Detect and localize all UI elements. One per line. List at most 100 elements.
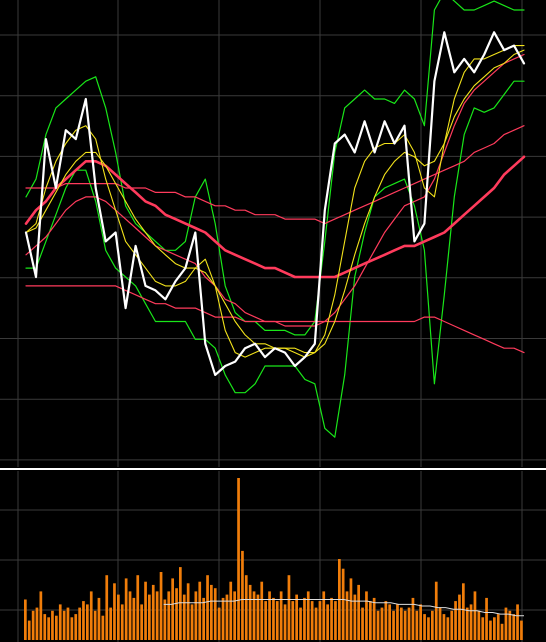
volume-bar bbox=[504, 607, 508, 640]
volume-bar bbox=[438, 607, 442, 640]
volume-bar bbox=[396, 604, 399, 640]
volume-bar bbox=[442, 614, 446, 640]
volume-bar bbox=[423, 614, 426, 640]
volume-bar bbox=[163, 599, 167, 640]
volume-bar bbox=[35, 607, 39, 640]
volume-bar bbox=[51, 610, 54, 640]
volume-bar bbox=[82, 601, 85, 640]
volume-bar bbox=[202, 597, 205, 640]
volume-bar bbox=[485, 597, 488, 640]
volume-bar bbox=[419, 604, 422, 640]
volume-bar bbox=[233, 591, 236, 640]
volume-bar bbox=[465, 607, 469, 640]
volume-bar bbox=[322, 591, 326, 640]
volume-bar bbox=[493, 617, 496, 640]
volume-bar bbox=[27, 620, 31, 640]
volume-bar bbox=[345, 591, 349, 640]
volume-bar bbox=[306, 591, 310, 640]
volume-bar bbox=[248, 584, 252, 640]
bollinger-line-2 bbox=[25, 80, 525, 438]
volume-bar bbox=[182, 594, 186, 640]
volume-bar bbox=[244, 575, 248, 640]
volume-bar bbox=[279, 591, 283, 640]
volume-bar bbox=[314, 607, 318, 640]
volume-bar bbox=[93, 610, 97, 640]
volume-bar bbox=[372, 597, 376, 640]
volume-bar bbox=[341, 568, 345, 640]
volume-bar bbox=[287, 575, 291, 640]
volume-bar bbox=[500, 623, 504, 640]
volume-bar bbox=[39, 591, 43, 640]
volume-bar bbox=[229, 581, 233, 640]
volume-bar bbox=[74, 614, 78, 640]
volume-bar bbox=[109, 607, 112, 640]
price-series-group bbox=[24, 0, 526, 438]
volume-panel bbox=[0, 471, 546, 642]
volume-bar bbox=[66, 607, 70, 640]
volume-bar bbox=[78, 607, 81, 640]
volume-bar bbox=[380, 607, 384, 640]
volume-bar bbox=[252, 591, 256, 640]
volume-bar bbox=[140, 604, 143, 640]
volume-bar bbox=[446, 617, 450, 640]
volume-bar bbox=[55, 615, 58, 640]
volume-bar bbox=[481, 617, 485, 640]
volume-bar bbox=[458, 594, 461, 640]
volume-bar bbox=[454, 601, 457, 640]
volume-bar bbox=[167, 591, 171, 640]
volume-bar bbox=[520, 620, 523, 640]
volume-bar bbox=[151, 584, 155, 640]
volume-bar bbox=[283, 604, 287, 640]
volume-bar bbox=[415, 610, 419, 640]
volume-bar bbox=[357, 584, 360, 640]
volume-bar bbox=[516, 604, 519, 640]
volume-bar bbox=[264, 601, 267, 640]
volume-bar bbox=[295, 594, 298, 640]
volume-bar bbox=[237, 478, 240, 640]
volume-bar bbox=[427, 617, 430, 640]
volume-bar bbox=[101, 615, 105, 640]
volume-bar bbox=[400, 607, 403, 640]
volume-bar bbox=[210, 584, 213, 640]
volume-bar bbox=[105, 575, 109, 640]
volume-bar bbox=[310, 601, 314, 640]
volume-bar bbox=[299, 607, 302, 640]
volume-bar bbox=[144, 581, 147, 640]
volume-bar bbox=[303, 597, 306, 640]
volume-bar bbox=[361, 607, 364, 640]
volume-bar bbox=[117, 594, 120, 640]
volume-bars bbox=[24, 478, 523, 640]
volume-bar bbox=[384, 601, 388, 640]
volume-bar bbox=[128, 591, 132, 640]
volume-bar bbox=[221, 597, 225, 640]
volume-bar bbox=[206, 575, 209, 640]
volume-bar bbox=[268, 591, 271, 640]
volume-bar bbox=[326, 604, 329, 640]
volume-bar bbox=[47, 617, 50, 640]
volume-bar bbox=[136, 575, 140, 640]
volume-bar bbox=[489, 620, 492, 640]
volume-bar bbox=[512, 614, 516, 640]
volume-bar bbox=[434, 581, 438, 640]
volume-bar bbox=[349, 578, 353, 640]
ma-long-line-4 bbox=[25, 285, 525, 354]
volume-bar bbox=[477, 610, 481, 640]
volume-bar bbox=[213, 588, 217, 640]
volume-bar bbox=[462, 583, 465, 640]
volume-bar bbox=[469, 604, 473, 640]
volume-bar bbox=[291, 601, 295, 640]
volume-bar bbox=[70, 617, 74, 640]
volume-bar bbox=[388, 604, 391, 640]
volume-bar bbox=[175, 588, 178, 640]
volume-bar bbox=[86, 604, 89, 640]
volume-bar bbox=[179, 567, 182, 640]
volume-bar bbox=[450, 610, 454, 640]
volume-bar bbox=[330, 597, 333, 640]
volume-bar bbox=[376, 610, 380, 640]
volume-bar bbox=[217, 607, 221, 640]
volume-bar bbox=[473, 591, 477, 640]
volume-bar bbox=[272, 597, 275, 640]
volume-bar bbox=[31, 610, 35, 640]
volume-bar bbox=[186, 583, 190, 640]
volume-bar bbox=[407, 607, 411, 640]
